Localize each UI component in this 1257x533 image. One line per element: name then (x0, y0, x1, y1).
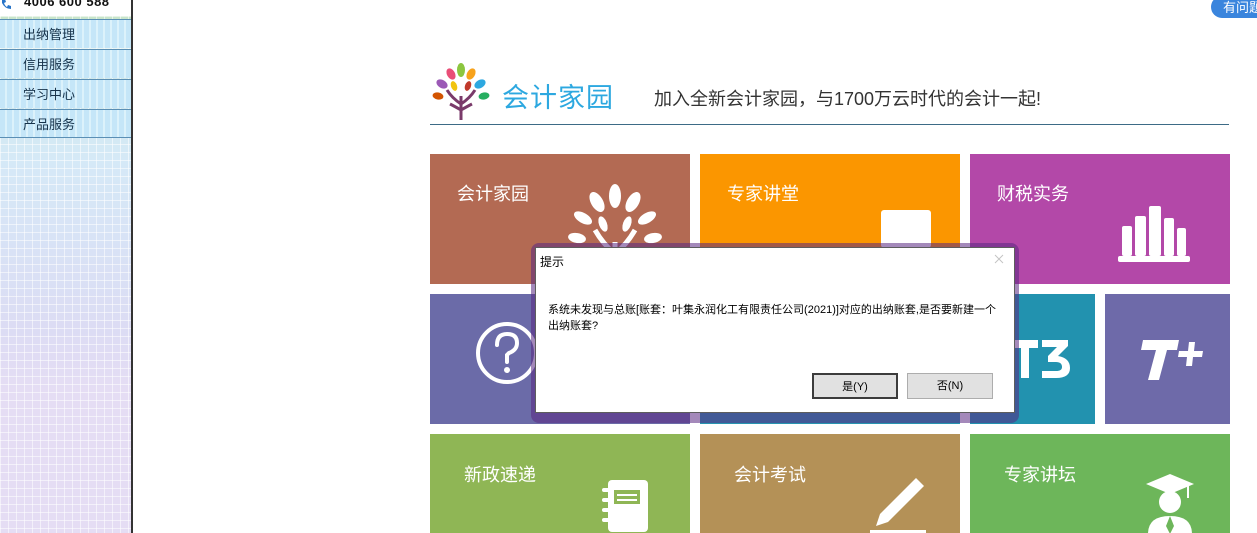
header: 会计家园 加入全新会计家园，与1700万云时代的会计一起! (430, 60, 1229, 125)
tile-label: 专家讲坛 (1004, 465, 1076, 485)
yes-button[interactable]: 是(Y) (812, 373, 898, 399)
no-button[interactable]: 否(N) (907, 373, 993, 399)
tile-label: 专家讲堂 (727, 184, 799, 204)
dialog-message: 系统未发现与总账[账套：叶集永润化工有限责任公司(2021)]对应的出纳账套,是… (548, 304, 996, 332)
tile-expert-forum[interactable]: 专家讲坛 (970, 434, 1230, 533)
sidebar-item-cashier[interactable]: 出纳管理 (0, 19, 131, 48)
sidebar-item-credit[interactable]: 信用服务 (0, 49, 131, 78)
logo-text: 会计家园 (502, 83, 614, 113)
prompt-dialog: 提示 系统未发现与总账[账套：叶集永润化工有限责任公司(2021)]对应的出纳账… (535, 247, 1015, 413)
hotline: 4006 600 588 (0, 0, 131, 16)
tile-new-policy[interactable]: 新政速递 (430, 434, 690, 533)
tile-label: 会计家园 (457, 184, 529, 204)
sidebar-menu: 出纳管理 信用服务 学习中心 产品服务 (0, 19, 131, 139)
sidebar: 4006 600 588 出纳管理 信用服务 学习中心 产品服务 (0, 0, 133, 533)
dialog-title: 提示 (540, 255, 565, 269)
books-icon (1118, 206, 1190, 262)
phone-icon (2, 0, 11, 9)
header-slogan: 加入全新会计家园，与1700万云时代的会计一起! (654, 89, 1042, 109)
help-button[interactable]: 有问题 (1211, 0, 1257, 18)
t3-icon (1012, 340, 1070, 378)
tile-tplus[interactable] (1105, 294, 1230, 424)
sidebar-item-learning[interactable]: 学习中心 (0, 79, 131, 108)
tree-logo-icon (432, 63, 490, 120)
tile-label: 会计考试 (734, 465, 806, 485)
tile-label: 财税实务 (997, 184, 1069, 204)
tile-accounting-exam[interactable]: 会计考试 (700, 434, 960, 533)
close-icon[interactable] (992, 252, 1006, 266)
pen-icon (870, 478, 926, 533)
hotline-number: 4006 600 588 (24, 0, 110, 9)
sidebar-item-products[interactable]: 产品服务 (0, 109, 131, 138)
tile-label: 新政速递 (464, 465, 536, 485)
notebook-icon (602, 480, 648, 532)
scholar-icon (1146, 474, 1194, 533)
tplus-icon (1141, 340, 1203, 380)
